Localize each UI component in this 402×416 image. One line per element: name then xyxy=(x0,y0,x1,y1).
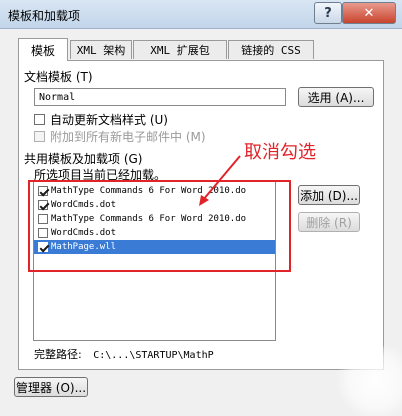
remove-button: 删除 (R) xyxy=(298,212,360,232)
tab-xml-schema[interactable]: XML 架构 xyxy=(70,40,132,59)
tab-templates[interactable]: 模板 xyxy=(18,38,68,61)
close-button[interactable]: ✕ xyxy=(342,2,396,24)
list-item[interactable]: MathType Commands 6 For Word 2010.do xyxy=(34,184,275,198)
tab-xml-expansion-packs[interactable]: XML 扩展包 xyxy=(133,40,227,59)
auto-update-checkbox[interactable] xyxy=(34,114,45,125)
global-templates-label: 共用模板及加载项 (G) xyxy=(24,152,143,166)
templates-addins-dialog: 模板和加载项 ? ✕ 模板 XML 架构 XML 扩展包 链接的 CSS 文档模… xyxy=(0,0,402,416)
item-checkbox[interactable] xyxy=(38,186,48,196)
tab-linked-css[interactable]: 链接的 CSS xyxy=(228,40,314,59)
attach-email-label: 附加到所有新电子邮件中 (M) xyxy=(50,130,206,144)
list-item[interactable]: WordCmds.dot xyxy=(34,198,275,212)
auto-update-option[interactable]: 自动更新文档样式 (U) xyxy=(34,111,168,128)
close-icon: ✕ xyxy=(363,5,375,21)
help-button[interactable]: ? xyxy=(314,2,342,24)
full-path-value: C:\...\STARTUP\MathP xyxy=(93,350,214,361)
document-template-input[interactable]: Normal xyxy=(34,88,286,106)
title-bar[interactable]: 模板和加载项 ? ✕ xyxy=(0,0,402,29)
item-checkbox[interactable] xyxy=(38,214,48,224)
auto-update-label: 自动更新文档样式 (U) xyxy=(50,113,168,127)
list-item-label: WordCmds.dot xyxy=(51,228,117,238)
attach-email-checkbox xyxy=(34,131,45,142)
item-checkbox[interactable] xyxy=(38,200,48,210)
attach-email-option: 附加到所有新电子邮件中 (M) xyxy=(34,128,206,145)
list-item-label: MathType Commands 6 For Word 2010.do xyxy=(51,214,247,224)
list-item-selected[interactable]: MathPage.wll xyxy=(34,240,275,254)
item-checkbox[interactable] xyxy=(38,228,48,238)
global-templates-list[interactable]: MathType Commands 6 For Word 2010.do Wor… xyxy=(33,181,276,341)
list-item[interactable]: WordCmds.dot xyxy=(34,226,275,240)
document-template-label: 文档模板 (T) xyxy=(24,70,93,84)
full-path-label: 完整路径: xyxy=(34,348,82,361)
add-button[interactable]: 添加 (D)... xyxy=(298,185,360,205)
attach-button[interactable]: 选用 (A)... xyxy=(298,87,374,107)
help-icon: ? xyxy=(324,5,332,21)
list-item-label: MathPage.wll xyxy=(51,242,117,252)
full-path-row: 完整路径: C:\...\STARTUP\MathP xyxy=(34,346,214,362)
item-checkbox[interactable] xyxy=(38,242,48,252)
list-item-label: MathType Commands 6 For Word 2010.do xyxy=(51,186,247,196)
organizer-button[interactable]: 管理器 (O)... xyxy=(14,377,88,397)
annotation-text: 取消勾选 xyxy=(244,142,316,163)
dialog-title: 模板和加载项 xyxy=(8,9,81,23)
list-item[interactable]: MathType Commands 6 For Word 2010.do xyxy=(34,212,275,226)
watermark-overlay xyxy=(336,346,402,416)
list-item-label: WordCmds.dot xyxy=(51,200,117,210)
